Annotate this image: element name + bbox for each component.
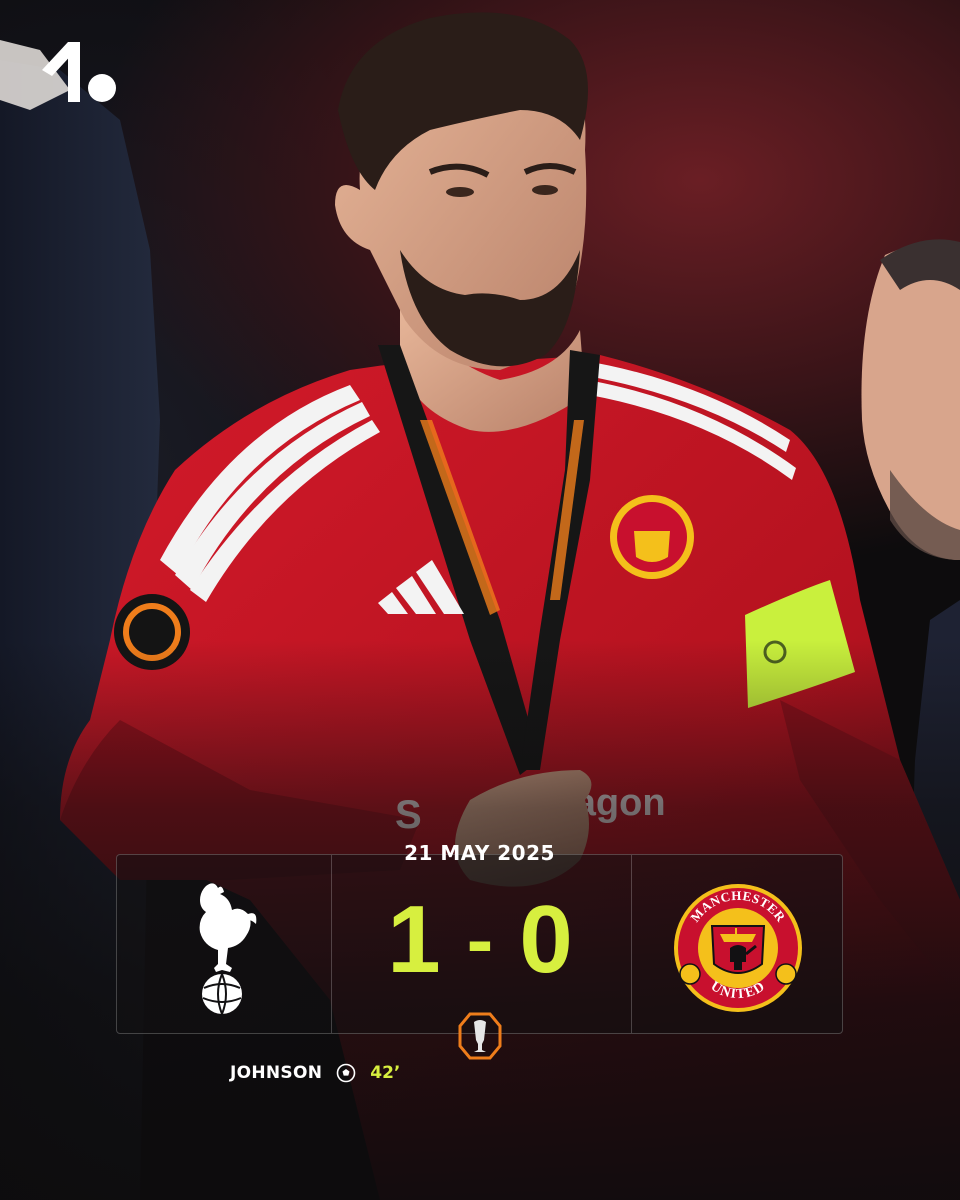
goal-scorers: JOHNSON 42’	[230, 1063, 400, 1083]
manchester-united-crest-icon: MANCHESTER UNITED	[674, 884, 802, 1012]
onefootball-logo-icon	[42, 42, 116, 102]
home-score: 1	[387, 886, 441, 993]
scoreline: 1 - 0	[330, 880, 630, 1000]
match-result-graphic: S ragon 21 MAY 2025 1 - 0	[0, 0, 960, 1200]
away-score: 0	[519, 886, 573, 993]
goal-minute: 42’	[370, 1063, 401, 1083]
scorer-name: JOHNSON	[230, 1063, 323, 1083]
score-panel-divider	[631, 855, 632, 1033]
europa-league-trophy-icon	[458, 1012, 502, 1060]
score-separator: -	[466, 895, 494, 984]
football-icon	[336, 1063, 356, 1083]
tottenham-cockerel-crest-icon	[199, 883, 257, 1015]
match-date: 21 MAY 2025	[404, 841, 555, 865]
